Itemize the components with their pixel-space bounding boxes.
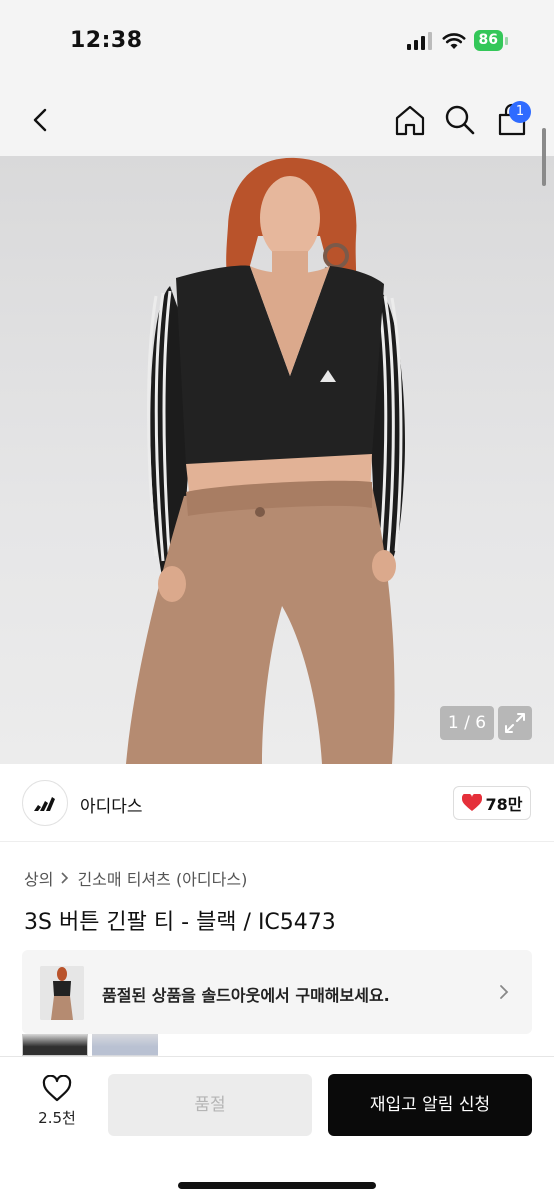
battery-level: 86 <box>473 30 503 51</box>
expand-icon <box>505 713 525 733</box>
cart-count-badge: 1 <box>509 101 531 123</box>
adidas-logo-icon <box>34 797 55 811</box>
brand-like-count: 78만 <box>485 795 523 814</box>
heart-filled-icon <box>461 794 482 811</box>
home-icon[interactable] <box>392 102 428 138</box>
chevron-right-icon <box>500 985 509 999</box>
heart-outline-icon <box>42 1075 72 1102</box>
status-icons: 86 <box>406 30 508 51</box>
battery-icon <box>505 36 508 45</box>
soldout-product-thumbnail <box>40 966 84 1020</box>
back-chevron-icon[interactable] <box>24 102 60 138</box>
wifi-icon <box>442 32 466 49</box>
expand-image-button[interactable] <box>498 706 532 740</box>
breadcrumb-item-category[interactable]: 상의 <box>24 866 53 890</box>
image-page-counter: 1 / 6 <box>440 706 494 740</box>
product-title: 3S 버튼 긴팔 티 - 블랙 / IC5473 <box>24 910 336 935</box>
breadcrumb: 상의 긴소매 티셔츠 (아디다스) <box>24 866 247 890</box>
thumbnail-item[interactable] <box>92 1034 158 1056</box>
cellular-signal-icon <box>406 31 432 50</box>
breadcrumb-item-subcategory[interactable]: 긴소매 티셔츠 (아디다스) <box>77 866 247 890</box>
brand-like-button[interactable]: 78만 <box>453 786 531 820</box>
thumbnail-strip <box>22 1034 158 1056</box>
brand-logo[interactable] <box>22 780 68 826</box>
wishlist-button[interactable]: 2.5천 <box>24 1075 90 1141</box>
bottom-action-bar: 2.5천 품절 재입고 알림 신청 <box>0 1056 554 1200</box>
thumbnail-item[interactable] <box>22 1034 88 1056</box>
brand-name[interactable]: 아디다스 <box>80 792 143 817</box>
search-icon[interactable] <box>442 102 478 138</box>
soldout-button: 품절 <box>108 1074 312 1136</box>
chevron-right-icon <box>61 872 69 884</box>
wishlist-count: 2.5천 <box>38 1109 76 1127</box>
brand-row[interactable]: 아디다스 78만 <box>0 764 554 842</box>
restock-alert-button[interactable]: 재입고 알림 신청 <box>328 1074 532 1136</box>
nav-bar <box>0 84 554 156</box>
status-time: 12:38 <box>70 28 143 53</box>
product-image-gallery[interactable]: 1 / 6 <box>0 156 554 764</box>
soldout-banner[interactable]: 품절된 상품을 솔드아웃에서 구매해보세요. <box>22 950 532 1034</box>
product-photo <box>126 157 405 764</box>
soldout-banner-text: 품절된 상품을 솔드아웃에서 구매해보세요. <box>102 986 390 1005</box>
home-indicator <box>178 1182 376 1189</box>
scroll-indicator <box>542 128 546 186</box>
status-bar: 12:38 86 <box>0 0 554 84</box>
